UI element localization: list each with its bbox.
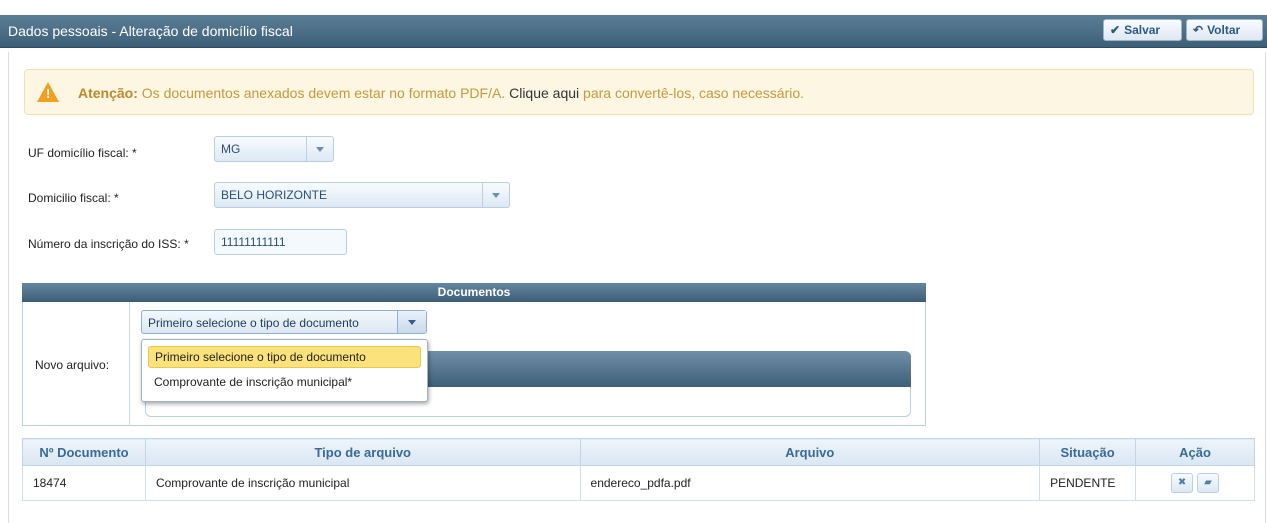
- novo-arquivo-label: Novo arquivo:: [35, 358, 110, 372]
- table-row: 18474 Comprovante de inscrição municipal…: [22, 465, 1255, 501]
- document-type-value: Primeiro selecione o tipo de documento: [148, 316, 359, 330]
- page-header: Dados pessoais - Alteração de domicílio …: [0, 15, 1267, 48]
- back-label: Voltar: [1207, 23, 1241, 37]
- alert-suffix: para convertê-los, caso necessário.: [579, 85, 805, 101]
- documents-header: Documentos: [22, 283, 926, 302]
- document-type-dropdown: Primeiro selecione o tipo de documento C…: [141, 339, 428, 402]
- pdfa-alert: ! Atenção: Os documentos anexados devem …: [24, 69, 1254, 115]
- convert-link[interactable]: Clique aqui: [505, 85, 579, 101]
- document-type-select[interactable]: Primeiro selecione o tipo de documento: [141, 310, 427, 334]
- column-header: Nº Documento: [22, 438, 146, 466]
- save-label: Salvar: [1124, 23, 1161, 37]
- table-header-row: Nº Documento Tipo de arquivo Arquivo Sit…: [22, 438, 1255, 466]
- alert-prefix: Atenção:: [78, 85, 138, 101]
- back-arrow-icon: ↶: [1193, 23, 1204, 37]
- domicilio-select[interactable]: BELO HORIZONTE: [214, 182, 510, 208]
- page-title: Dados pessoais - Alteração de domicílio …: [8, 23, 293, 39]
- cell-acao: ✖ ▰: [1135, 465, 1255, 501]
- cell-numero: 18474: [22, 465, 146, 501]
- iss-input[interactable]: 11111111111: [214, 229, 347, 255]
- divider: [129, 302, 130, 426]
- domicilio-label: Domicilio fiscal: *: [28, 191, 119, 205]
- cell-arquivo: endereco_pdfa.pdf: [579, 465, 1041, 501]
- chevron-down-icon[interactable]: [306, 137, 333, 161]
- uf-select[interactable]: MG: [214, 136, 334, 162]
- dropdown-option[interactable]: Primeiro selecione o tipo de documento: [148, 346, 421, 368]
- column-header: Arquivo: [579, 438, 1041, 466]
- dropdown-option[interactable]: Comprovante de inscrição municipal*: [148, 371, 421, 393]
- alert-message: Atenção: Os documentos anexados devem es…: [78, 85, 804, 101]
- cell-situacao: PENDENTE: [1039, 465, 1137, 501]
- warning-icon: !: [37, 82, 59, 102]
- documents-table: Nº Documento Tipo de arquivo Arquivo Sit…: [22, 438, 1255, 501]
- chevron-down-icon[interactable]: [482, 183, 509, 207]
- uf-label: UF domicílio fiscal: *: [28, 146, 137, 160]
- column-header: Tipo de arquivo: [144, 438, 581, 466]
- back-button[interactable]: ↶ Voltar: [1186, 19, 1263, 41]
- domicilio-value: BELO HORIZONTE: [221, 188, 328, 202]
- iss-label: Número da inscrição do ISS: *: [28, 237, 189, 251]
- alert-text: Os documentos anexados devem estar no fo…: [137, 85, 506, 101]
- folder-open-icon[interactable]: ▰: [1197, 473, 1220, 493]
- check-icon: ✔: [1110, 23, 1121, 37]
- save-button[interactable]: ✔ Salvar: [1103, 19, 1182, 41]
- iss-value: 11111111111: [221, 235, 286, 249]
- column-header: Situação: [1039, 438, 1137, 466]
- column-header: Ação: [1135, 438, 1255, 466]
- delete-icon[interactable]: ✖: [1171, 473, 1194, 493]
- uf-value: MG: [221, 142, 241, 156]
- chevron-down-icon[interactable]: [397, 311, 426, 333]
- cell-tipo: Comprovante de inscrição municipal: [144, 465, 581, 501]
